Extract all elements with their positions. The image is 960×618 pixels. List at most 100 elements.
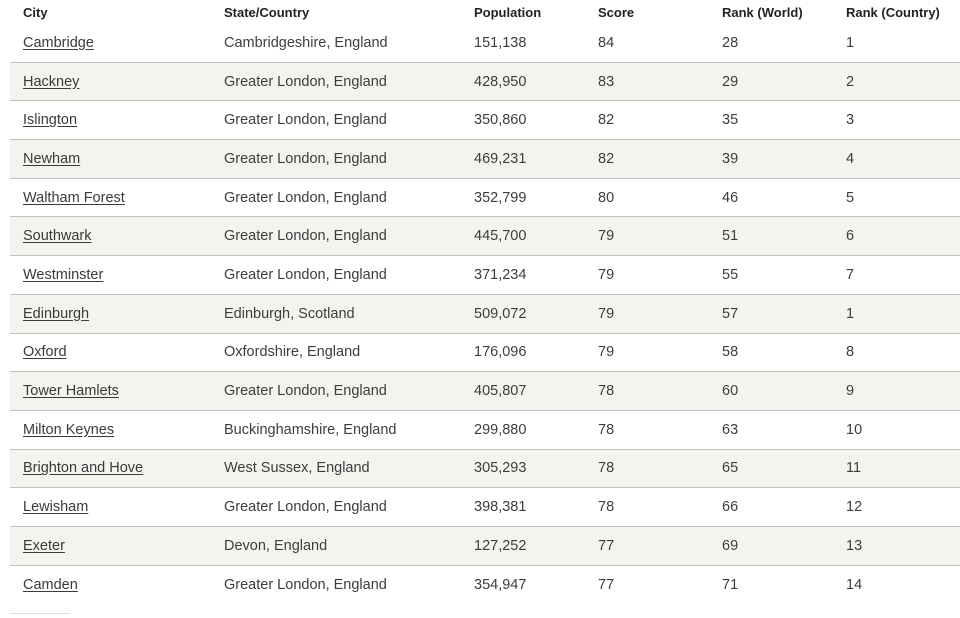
rank-country-cell: 5 [846,189,855,206]
score-cell: 82 [598,150,615,167]
rank-world-cell: 57 [722,305,739,322]
header-city[interactable]: City [10,5,224,20]
score-cell: 78 [598,460,615,477]
city-link[interactable]: Oxford [23,344,67,360]
city-cell: Camden [10,577,224,593]
rank-country-cell: 9 [846,383,855,400]
population-cell: 176,096 [474,344,527,361]
population-cell: 305,293 [474,460,527,477]
state-country-cell: Devon, England [224,537,328,554]
city-link[interactable]: Newham [23,151,80,167]
rank-country-cell: 6 [846,228,855,245]
table-row: Tower Hamlets Greater London, England 405,… [10,372,960,411]
population-cell: 127,252 [474,537,527,554]
score-cell: 78 [598,421,615,438]
rank-world-cell: 66 [722,499,739,516]
population-cell: 371,234 [474,266,527,283]
table-row: Cambridge Cambridgeshire, England 151,138 8… [10,24,960,63]
population-cell: 405,807 [474,383,527,400]
city-link[interactable]: Exeter [23,538,65,554]
city-link[interactable]: Islington [23,112,77,128]
state-country-cell: Greater London, England [224,189,387,206]
population-cell: 350,860 [474,112,527,129]
rank-country-cell: 11 [846,460,862,477]
state-country-cell: Oxfordshire, England [224,344,361,361]
header-population[interactable]: Population [474,5,598,20]
table-row: Newham Greater London, England 469,231 82 39… [10,140,960,179]
rank-country-cell: 10 [846,421,863,438]
table-row: Westminster Greater London, England 371,23… [10,256,960,295]
rank-country-cell: 8 [846,344,855,361]
city-cell: Waltham Forest [10,190,224,206]
state-country-cell: Cambridgeshire, England [224,34,388,51]
rank-world-cell: 39 [722,150,739,167]
city-link[interactable]: Westminster [23,267,103,283]
city-link[interactable]: Southwark [23,228,92,244]
city-cell: Brighton and Hove [10,460,224,476]
state-country-cell: Greater London, England [224,150,387,167]
score-cell: 79 [598,305,615,322]
score-cell: 77 [598,576,615,593]
city-cell: Tower Hamlets [10,383,224,399]
table-header-row: City State/Country Population Score Rank… [10,0,960,24]
rank-world-cell: 55 [722,266,739,283]
score-cell: 83 [598,73,615,90]
rank-world-cell: 60 [722,383,739,400]
city-link[interactable]: Camden [23,577,78,593]
population-cell: 428,950 [474,73,527,90]
header-state-country[interactable]: State/Country [224,5,474,20]
score-cell: 82 [598,112,615,129]
state-country-cell: Greater London, England [224,112,387,129]
population-cell: 354,947 [474,576,527,593]
city-link[interactable]: Waltham Forest [23,190,125,206]
city-cell: Lewisham [10,499,224,515]
rank-world-cell: 51 [722,228,739,245]
header-rank-world[interactable]: Rank (World) [722,5,846,20]
city-ranking-table: City State/Country Population Score Rank… [10,0,960,604]
rank-world-cell: 71 [722,576,739,593]
rank-country-cell: 1 [846,34,855,51]
score-cell: 79 [598,266,615,283]
score-cell: 79 [598,228,615,245]
city-link[interactable]: Milton Keynes [23,422,114,438]
city-link[interactable]: Brighton and Hove [23,460,143,476]
population-cell: 445,700 [474,228,527,245]
table-body: Cambridge Cambridgeshire, England 151,138 8… [10,24,960,604]
city-cell: Cambridge [10,35,224,51]
score-cell: 78 [598,383,615,400]
rank-country-cell: 4 [846,150,855,167]
city-link[interactable]: Lewisham [23,499,88,515]
city-link[interactable]: Tower Hamlets [23,383,119,399]
rank-world-cell: 65 [722,460,739,477]
city-link[interactable]: Cambridge [23,35,94,51]
rank-country-cell: 7 [846,266,855,283]
population-cell: 299,880 [474,421,527,438]
population-cell: 469,231 [474,150,527,167]
table-row: Waltham Forest Greater London, England 352… [10,179,960,218]
population-cell: 398,381 [474,499,527,516]
score-cell: 78 [598,499,615,516]
table-row: Camden Greater London, England 354,947 77 71… [10,566,960,605]
state-country-cell: Edinburgh, Scotland [224,305,355,322]
state-country-cell: West Sussex, England [224,460,370,477]
header-rank-country[interactable]: Rank (Country) [846,5,960,20]
rank-world-cell: 58 [722,344,739,361]
population-cell: 352,799 [474,189,527,206]
rank-country-cell: 2 [846,73,855,90]
rank-world-cell: 29 [722,73,739,90]
rank-country-cell: 12 [846,499,863,516]
table-row: Exeter Devon, England 127,252 77 69 13 [10,526,960,566]
city-cell: Southwark [10,228,224,244]
city-link[interactable]: Edinburgh [23,306,89,322]
city-cell: Newham [10,151,224,167]
table-row: Oxford Oxfordshire, England 176,096 79 58 8 [10,334,960,373]
rank-world-cell: 46 [722,189,739,206]
rank-world-cell: 69 [722,537,739,554]
population-cell: 509,072 [474,305,527,322]
header-score[interactable]: Score [598,5,722,20]
rank-country-cell: 1 [846,305,855,322]
state-country-cell: Greater London, England [224,499,387,516]
state-country-cell: Greater London, England [224,73,387,90]
state-country-cell: Greater London, England [224,266,387,283]
city-link[interactable]: Hackney [23,74,79,90]
